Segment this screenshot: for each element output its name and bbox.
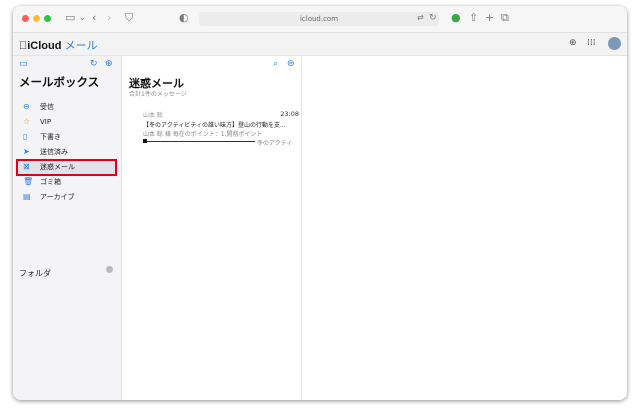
sidebar-item-archive[interactable]: ▤ アーカイブ — [17, 190, 117, 204]
add-folder-icon[interactable] — [106, 266, 113, 273]
reading-pane — [302, 56, 627, 400]
sidebar-item-label: アーカイブ — [40, 193, 75, 201]
search-icon[interactable]: ⌕ — [273, 59, 278, 69]
sidebar-item-label: 送信済み — [40, 148, 68, 156]
minimize-window-button[interactable] — [33, 15, 40, 22]
chevron-down-icon[interactable]: ⌄ — [79, 11, 86, 25]
message-list: ⌕ ⊜ 迷惑メール 合計1件のメッセージ 山本 聡 23:08 【冬のアクティビ… — [121, 56, 302, 400]
sidebar-item-vip[interactable]: ☆ VIP — [17, 115, 117, 129]
back-icon[interactable]: ‹ — [92, 11, 96, 25]
app-header: iCloud メール ⊕ ⁞⁞⁞ — [13, 33, 627, 56]
archive-icon: ▤ — [23, 192, 31, 201]
zoom-window-button[interactable] — [44, 15, 51, 22]
filter-icon[interactable]: ⊜ — [287, 59, 295, 69]
privacy-shield-icon[interactable]: ⛉ — [125, 11, 133, 25]
inbox-icon: ⊖ — [23, 102, 30, 111]
sidebar-item-sent[interactable]: ➤ 送信済み — [17, 145, 117, 159]
sidebar-title: メールボックス — [19, 77, 100, 89]
app-brand[interactable]: iCloud メール — [19, 37, 98, 53]
close-window-button[interactable] — [22, 15, 29, 22]
trash-icon: 🗑 — [23, 177, 34, 186]
message-count: 合計1件のメッセージ — [129, 91, 187, 98]
reader-mode-icon[interactable]: ◐ — [179, 11, 189, 25]
reload-icon[interactable]: ↻ — [429, 11, 437, 25]
sidebar-panel-icon[interactable]: ▭ — [19, 59, 28, 69]
app-grid-icon[interactable]: ⁞⁞⁞ — [587, 38, 596, 48]
message-sender: 山本 聡 — [143, 112, 163, 119]
message-preview: 山本 聡 様 毎在のポイント：1,開削ポイント — [143, 131, 263, 138]
preview-divider — [147, 141, 255, 142]
new-tab-icon[interactable]: + — [485, 11, 494, 25]
message-time: 23:08 — [280, 110, 299, 118]
brand-mail: メール — [56, 40, 98, 52]
paper-plane-icon: ➤ — [23, 147, 30, 156]
brand-icloud: iCloud — [19, 40, 61, 52]
compose-icon[interactable]: ⊕ — [105, 59, 113, 69]
star-icon: ☆ — [23, 117, 31, 126]
mailbox-sidebar: ▭ ↻ ⊕ メールボックス ⊖ 受信 ☆ VIP ▯ 下書き ➤ 送信済み ⊠ … — [13, 56, 122, 400]
sidebar-item-inbox[interactable]: ⊖ 受信 — [17, 100, 117, 114]
folders-heading: フォルダ — [19, 269, 51, 278]
avatar[interactable] — [608, 37, 621, 50]
message-subject: 【冬のアクティビティの誰い味方】登山の行動を支... — [143, 122, 286, 129]
message-preview-end: 冬のアクティ — [257, 140, 293, 147]
highlight-box — [16, 159, 117, 176]
sidebar-item-label: 下書き — [40, 133, 61, 141]
sidebar-item-label: ゴミ箱 — [40, 178, 61, 186]
browser-toolbar: ▭ ⌄ ‹ › ⛉ ◐ icloud.com ⇄ ↻ ● ⇧ + ⧉ — [13, 6, 627, 33]
list-item[interactable]: 山本 聡 23:08 【冬のアクティビティの誰い味方】登山の行動を支... 山本… — [129, 110, 299, 150]
share-icon[interactable]: ⇧ — [469, 11, 478, 25]
address-text: icloud.com — [299, 15, 339, 23]
browser-window: ▭ ⌄ ‹ › ⛉ ◐ icloud.com ⇄ ↻ ● ⇧ + ⧉ iClo… — [13, 6, 627, 400]
sidebar-toggle-icon[interactable]: ▭ — [65, 11, 75, 25]
forward-icon[interactable]: › — [107, 11, 111, 25]
plus-circle-icon[interactable]: ⊕ — [569, 38, 577, 48]
extension-leaf-icon[interactable]: ● — [451, 11, 461, 25]
translate-icon[interactable]: ⇄ — [417, 11, 424, 25]
sidebar-item-trash[interactable]: 🗑 ゴミ箱 — [17, 175, 117, 189]
address-bar[interactable]: icloud.com — [199, 12, 439, 26]
sidebar-item-label: 受信 — [40, 103, 54, 111]
document-icon: ▯ — [23, 132, 28, 141]
apple-logo:  — [19, 40, 27, 52]
tab-overview-icon[interactable]: ⧉ — [501, 11, 509, 25]
refresh-icon[interactable]: ↻ — [90, 59, 98, 69]
sidebar-item-label: VIP — [40, 118, 52, 126]
sidebar-item-drafts[interactable]: ▯ 下書き — [17, 130, 117, 144]
